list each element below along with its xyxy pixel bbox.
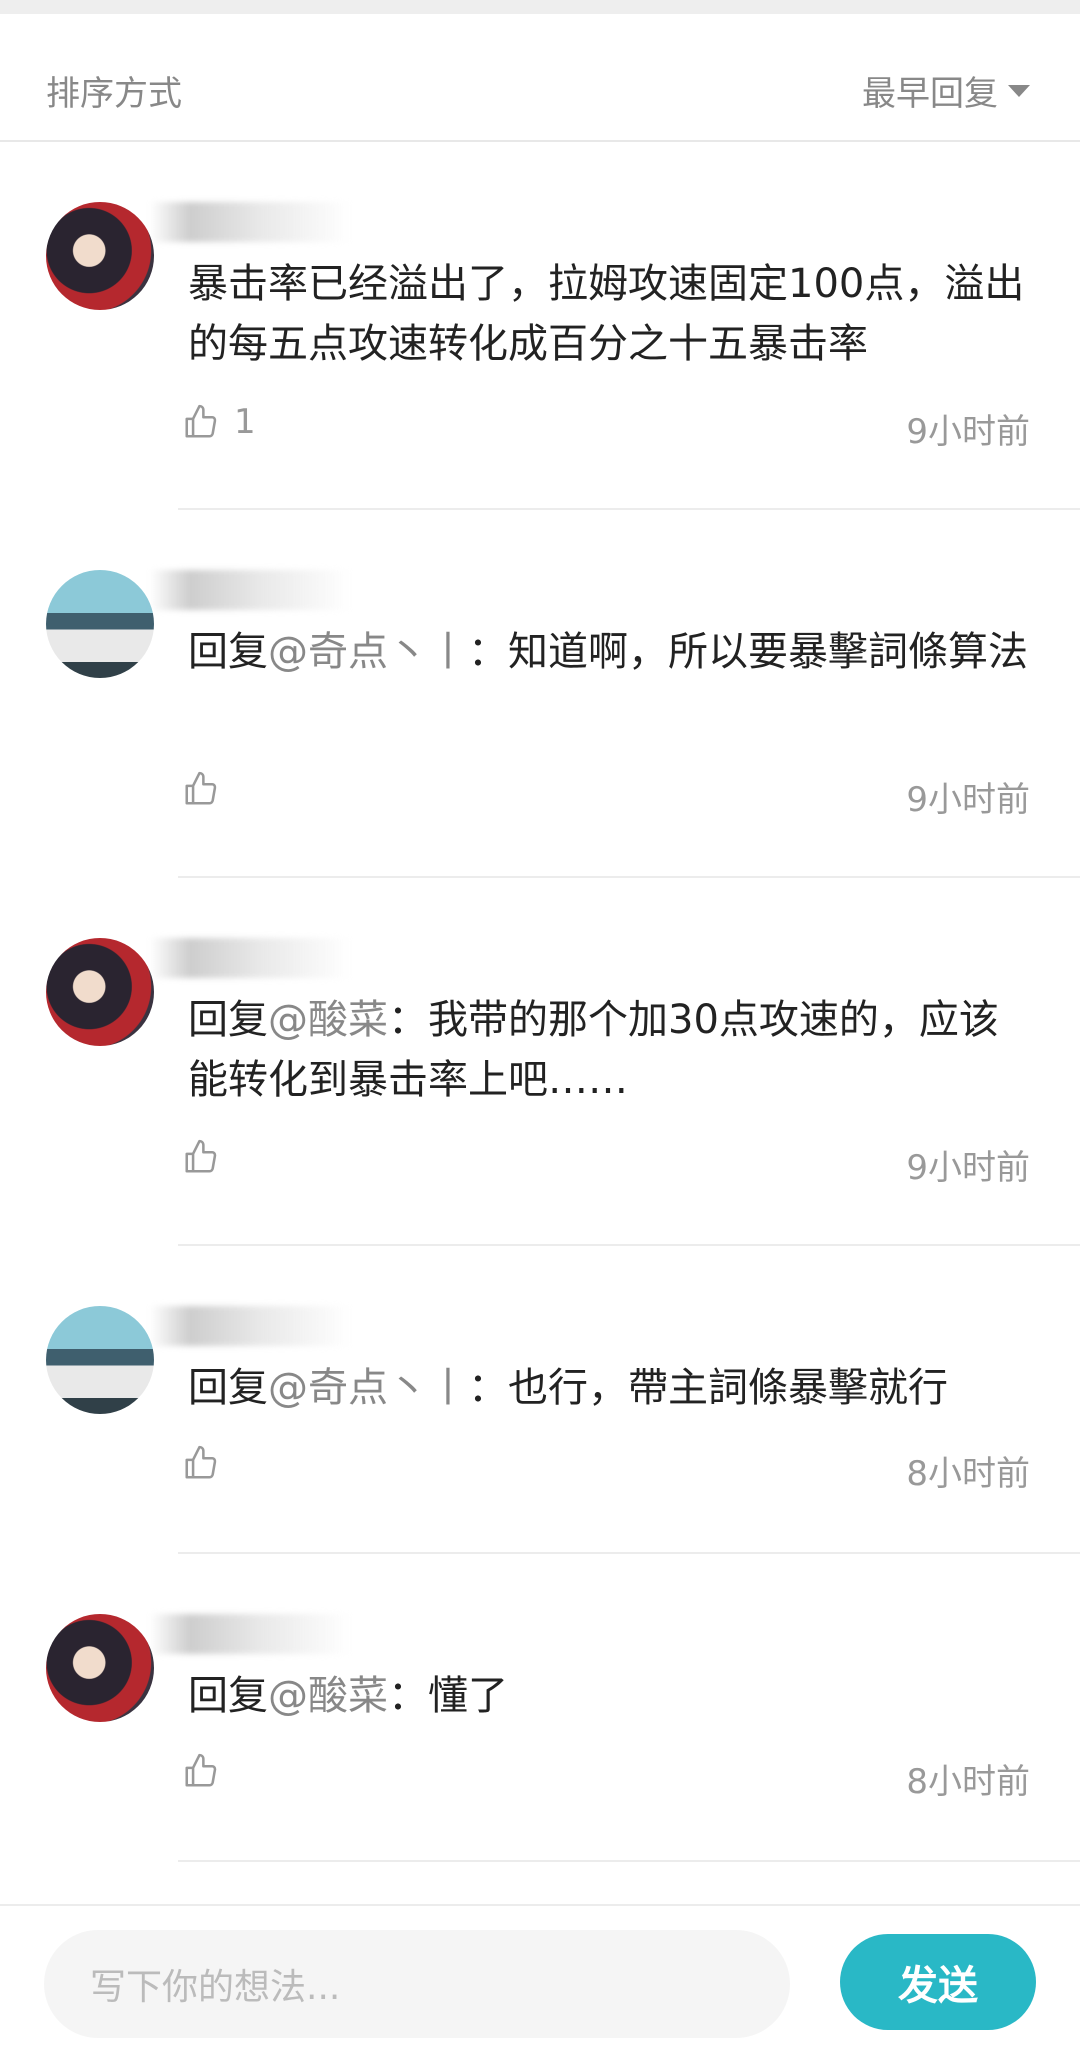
send-button[interactable]: 发送 bbox=[840, 1934, 1036, 2030]
comment-item: 回复@酸菜：我带的那个加30点攻速的，应该能转化到暴击率上吧…… 9小时前 bbox=[0, 878, 1080, 1246]
comment-input[interactable]: 写下你的想法... bbox=[44, 1930, 790, 2038]
comment-item: 暴击率已经溢出了，拉姆攻速固定100点，溢出的每五点攻速转化成百分之十五暴击率 … bbox=[0, 142, 1080, 510]
timestamp: 9小时前 bbox=[906, 1148, 1030, 1188]
avatar[interactable] bbox=[46, 1614, 154, 1722]
reply-prefix: 回复 bbox=[188, 1365, 268, 1411]
mention-link[interactable]: @酸菜 bbox=[268, 1673, 388, 1719]
reply-prefix: 回复 bbox=[188, 1673, 268, 1719]
thumbs-up-icon bbox=[185, 1139, 217, 1173]
avatar[interactable] bbox=[46, 202, 154, 310]
avatar[interactable] bbox=[46, 1306, 154, 1414]
comment-body: ：懂了 bbox=[388, 1673, 508, 1719]
comment-body: 暴击率已经溢出了，拉姆攻速固定100点，溢出的每五点攻速转化成百分之十五暴击率 bbox=[188, 261, 1025, 367]
thumbs-up-icon bbox=[185, 1445, 217, 1479]
thumbs-up-icon bbox=[185, 404, 217, 438]
like-button[interactable] bbox=[182, 1752, 220, 1790]
avatar[interactable] bbox=[46, 938, 154, 1046]
mention-link[interactable]: @酸菜 bbox=[268, 997, 388, 1043]
sort-dropdown[interactable]: 最早回复 bbox=[862, 66, 1030, 115]
sort-label: 排序方式 bbox=[46, 74, 182, 114]
thumbs-up-icon bbox=[185, 771, 217, 805]
input-placeholder: 写下你的想法... bbox=[90, 1967, 341, 2008]
timestamp: 8小时前 bbox=[906, 1762, 1030, 1802]
comment-item: 回复@奇点丶丨：也行，帶主詞條暴擊就行 8小时前 bbox=[0, 1246, 1080, 1554]
like-button[interactable] bbox=[182, 1138, 220, 1176]
input-bar: 写下你的想法... 发送 bbox=[0, 1904, 1080, 2064]
like-button[interactable]: 1 bbox=[182, 402, 256, 442]
comment-text: 回复@奇点丶丨：知道啊，所以要暴擊詞條算法 bbox=[188, 622, 1030, 682]
timestamp: 8小时前 bbox=[906, 1454, 1030, 1494]
comment-text: 暴击率已经溢出了，拉姆攻速固定100点，溢出的每五点攻速转化成百分之十五暴击率 bbox=[188, 254, 1030, 374]
comment-item: 回复@奇点丶丨：知道啊，所以要暴擊詞條算法 9小时前 bbox=[0, 510, 1080, 878]
comment-text: 回复@奇点丶丨：也行，帶主詞條暴擊就行 bbox=[188, 1358, 1030, 1418]
sort-selected-value: 最早回复 bbox=[862, 74, 998, 114]
username-blurred bbox=[150, 938, 350, 978]
reply-prefix: 回复 bbox=[188, 997, 268, 1043]
username-blurred bbox=[150, 1306, 350, 1346]
mention-link[interactable]: @奇点丶丨 bbox=[268, 1365, 468, 1411]
thumbs-up-icon bbox=[185, 1753, 217, 1787]
timestamp: 9小时前 bbox=[906, 412, 1030, 452]
username-blurred bbox=[150, 1614, 350, 1654]
sort-bar: 排序方式 最早回复 bbox=[0, 14, 1080, 142]
chevron-down-icon bbox=[1008, 84, 1030, 97]
mention-link[interactable]: @奇点丶丨 bbox=[268, 629, 468, 675]
reply-prefix: 回复 bbox=[188, 629, 268, 675]
avatar[interactable] bbox=[46, 570, 154, 678]
username-blurred bbox=[150, 202, 350, 242]
like-count: 1 bbox=[234, 402, 256, 442]
comment-text: 回复@酸菜：懂了 bbox=[188, 1666, 1030, 1726]
like-button[interactable] bbox=[182, 1444, 220, 1482]
top-strip bbox=[0, 0, 1080, 14]
comment-text: 回复@酸菜：我带的那个加30点攻速的，应该能转化到暴击率上吧…… bbox=[188, 990, 1030, 1110]
divider bbox=[178, 1860, 1080, 1862]
username-blurred bbox=[150, 570, 350, 610]
comment-body: ：也行，帶主詞條暴擊就行 bbox=[468, 1365, 948, 1411]
like-button[interactable] bbox=[182, 770, 220, 808]
comment-item: 回复@酸菜：懂了 8小时前 bbox=[0, 1554, 1080, 1862]
comment-body: ：知道啊，所以要暴擊詞條算法 bbox=[468, 629, 1028, 675]
timestamp: 9小时前 bbox=[906, 780, 1030, 820]
